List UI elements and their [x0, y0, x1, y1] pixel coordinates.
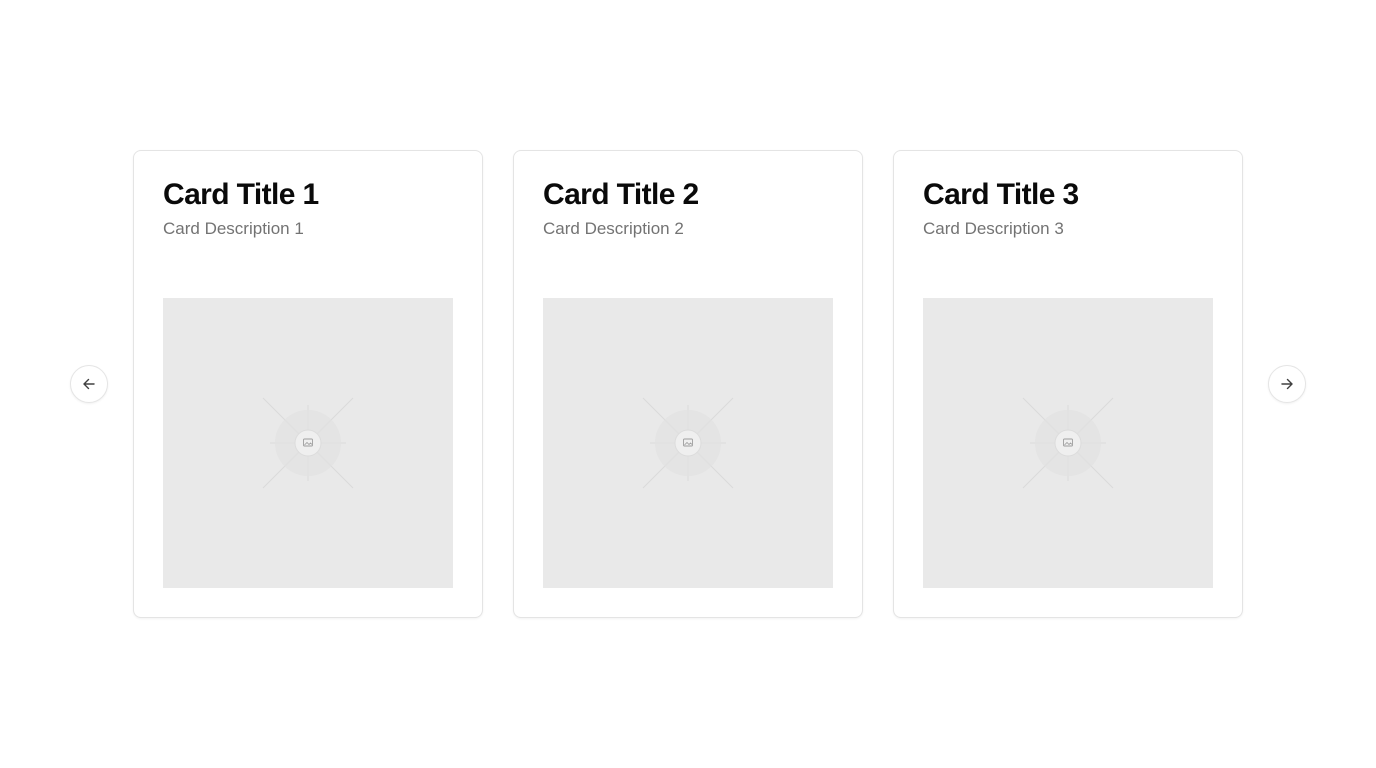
carousel-prev-button[interactable]	[70, 365, 108, 403]
card-description: Card Description 2	[543, 219, 684, 238]
card-image-placeholder	[543, 298, 833, 588]
arrow-left-icon	[83, 378, 95, 390]
image-placeholder-icon	[1022, 397, 1114, 489]
card-image-placeholder	[923, 298, 1213, 588]
carousel-card: Card Title 3 Card Description 3	[893, 150, 1243, 618]
card-description: Card Description 3	[923, 219, 1064, 238]
carousel-next-button[interactable]	[1268, 365, 1306, 403]
card-title: Card Title 3	[923, 178, 1079, 211]
image-placeholder-icon	[642, 397, 734, 489]
image-placeholder-icon	[262, 397, 354, 489]
card-description: Card Description 1	[163, 219, 304, 238]
card-image-placeholder	[163, 298, 453, 588]
carousel-card: Card Title 2 Card Description 2	[513, 150, 863, 618]
card-title: Card Title 1	[163, 178, 319, 211]
carousel-card: Card Title 1 Card Description 1	[133, 150, 483, 618]
carousel: Card Title 1 Card Description 1 Card Tit…	[0, 0, 1376, 768]
arrow-right-icon	[1281, 378, 1293, 390]
card-title: Card Title 2	[543, 178, 699, 211]
